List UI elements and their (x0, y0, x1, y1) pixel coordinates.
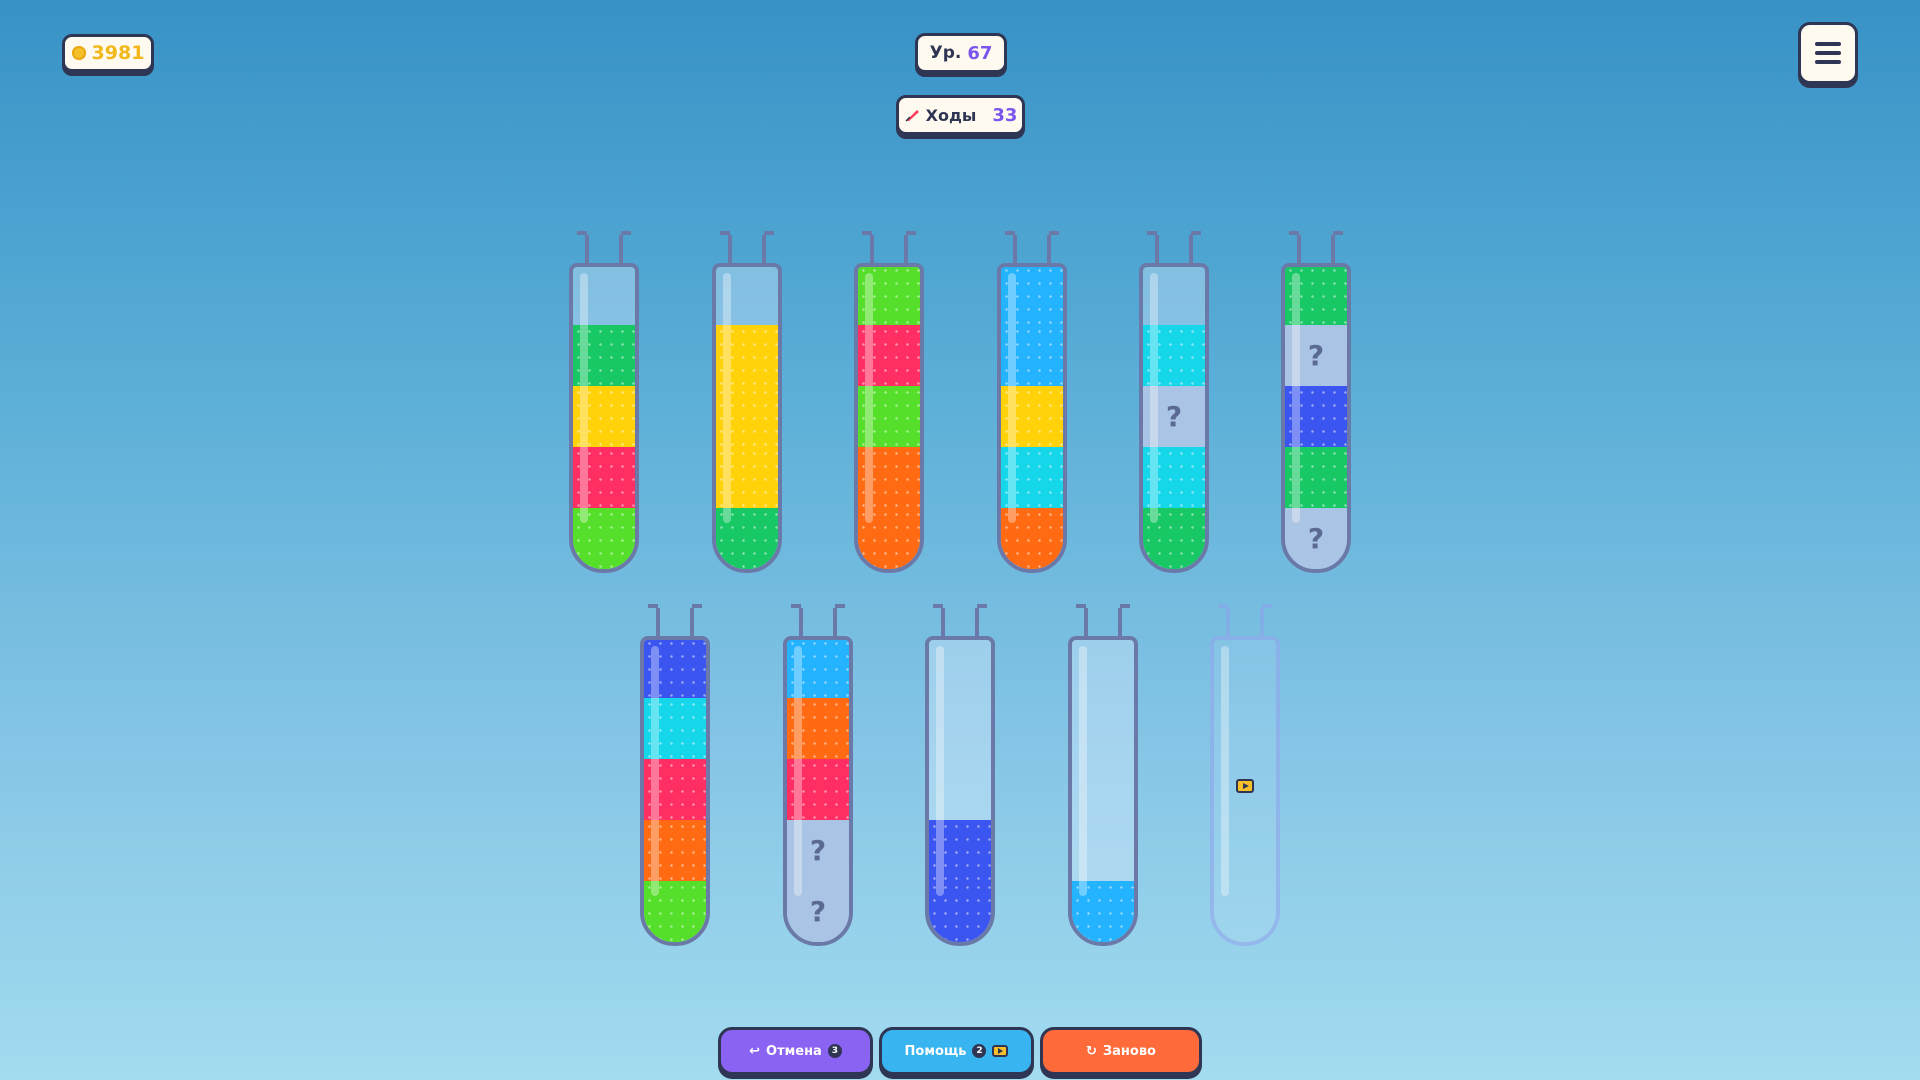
liquid-segment (787, 640, 849, 698)
tube[interactable] (1210, 604, 1280, 948)
hidden-liquid-segment: ? (1285, 325, 1347, 386)
liquid-segment (644, 881, 706, 942)
liquid-segment (1001, 325, 1063, 386)
liquid-segment (1285, 447, 1347, 508)
moves-counter: Ходы 33 (896, 95, 1025, 135)
coin-counter: 3981 (62, 34, 154, 72)
liquid-segment (644, 698, 706, 759)
hidden-liquid-segment: ? (1285, 508, 1347, 569)
tube-neck (1218, 604, 1272, 638)
menu-button[interactable] (1798, 22, 1858, 84)
tube[interactable]: ?? (783, 604, 853, 948)
tube-neck (1289, 231, 1343, 265)
tube-body: ?? (783, 636, 853, 946)
liquid-segment (1001, 267, 1063, 325)
liquid-segment (929, 820, 991, 881)
tube-neck (791, 604, 845, 638)
undo-icon: ↩ (749, 1043, 761, 1059)
liquid-segment (1143, 325, 1205, 386)
moves-count: 33 (992, 104, 1018, 126)
liquid-segment (787, 759, 849, 820)
liquid-segment (1001, 447, 1063, 508)
liquid-segment (858, 386, 920, 447)
liquid-segment (858, 267, 920, 325)
tube-neck (862, 231, 916, 265)
liquid-segment (1143, 508, 1205, 569)
liquid-segment (716, 325, 778, 386)
liquid-segment (1072, 881, 1134, 942)
tube-body (1068, 636, 1138, 946)
liquid-segment (716, 447, 778, 508)
liquid-segment (573, 508, 635, 569)
hidden-liquid-segment: ? (1143, 386, 1205, 447)
tube[interactable] (854, 231, 924, 575)
tube-body (712, 263, 782, 573)
liquid-segment (716, 508, 778, 569)
liquid-segment (858, 447, 920, 508)
tube[interactable]: ? (1139, 231, 1209, 575)
liquid-segment (1001, 386, 1063, 447)
menu-icon (1815, 42, 1841, 64)
tube-neck (1005, 231, 1059, 265)
liquid-segment (644, 759, 706, 820)
tube[interactable] (1068, 604, 1138, 948)
coin-count: 3981 (91, 42, 145, 64)
tube[interactable] (712, 231, 782, 575)
moves-label: Ходы (925, 105, 977, 125)
liquid-segment (858, 325, 920, 386)
liquid-segment (787, 698, 849, 759)
help-button[interactable]: Помощь 2 (879, 1027, 1034, 1075)
help-count-badge: 2 (972, 1044, 987, 1058)
undo-label: Отмена (766, 1043, 822, 1059)
coin-icon (71, 46, 86, 60)
tube-neck (720, 231, 774, 265)
tube-body (997, 263, 1067, 573)
tube-neck (1147, 231, 1201, 265)
tube[interactable] (997, 231, 1067, 575)
liquid-segment (573, 325, 635, 386)
help-label: Помощь (904, 1043, 967, 1059)
undo-button[interactable]: ↩ Отмена 3 (718, 1027, 873, 1075)
tube-neck (933, 604, 987, 638)
video-ad-icon[interactable] (1236, 779, 1254, 793)
liquid-segment (858, 508, 920, 569)
liquid-segment (573, 447, 635, 508)
liquid-segment (644, 640, 706, 698)
restart-label: Заново (1102, 1043, 1156, 1059)
liquid-segment (644, 820, 706, 881)
liquid-segment (1285, 386, 1347, 447)
tube-body (925, 636, 995, 946)
liquid-segment (573, 386, 635, 447)
liquid-segment (1143, 447, 1205, 508)
tube-body: ? (1139, 263, 1209, 573)
tube-neck (648, 604, 702, 638)
tube-body: ?? (1281, 263, 1351, 573)
level-label: Ур. (929, 43, 962, 63)
video-ad-icon (992, 1045, 1009, 1057)
hidden-liquid-segment: ? (787, 881, 849, 942)
tube-body (569, 263, 639, 573)
tube[interactable]: ?? (1281, 231, 1351, 575)
tube-neck (577, 231, 631, 265)
liquid-segment (716, 386, 778, 447)
tube-body (854, 263, 924, 573)
restart-icon: ↻ (1086, 1043, 1097, 1059)
tube-neck (1076, 604, 1130, 638)
restart-button[interactable]: ↻ Заново (1040, 1027, 1202, 1075)
tube[interactable] (569, 231, 639, 575)
tube[interactable] (925, 604, 995, 948)
feather-icon (905, 110, 919, 122)
hidden-liquid-segment: ? (787, 820, 849, 881)
liquid-segment (1001, 508, 1063, 569)
level-number: 67 (967, 42, 993, 64)
undo-count-badge: 3 (827, 1044, 842, 1058)
tube-body (640, 636, 710, 946)
tube[interactable] (640, 604, 710, 948)
liquid-segment (929, 881, 991, 942)
level-badge: Ур. 67 (915, 33, 1007, 73)
liquid-segment (1285, 267, 1347, 325)
